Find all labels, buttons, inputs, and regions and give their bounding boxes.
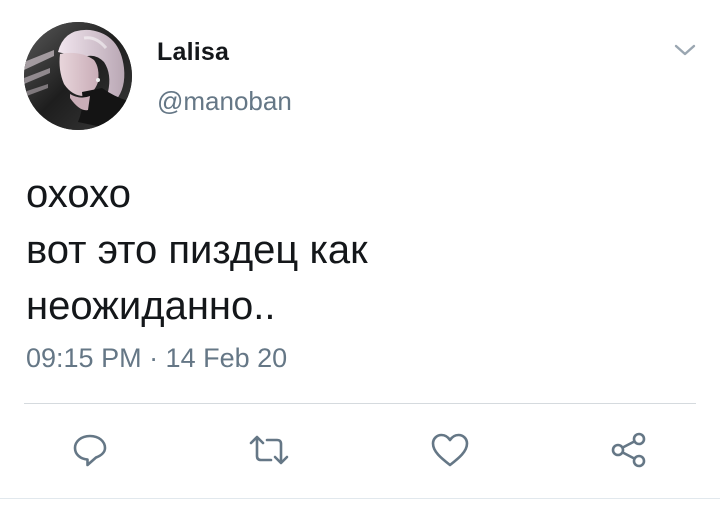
chevron-down-icon[interactable]	[672, 40, 698, 60]
tweet-text-line: неожиданно..	[26, 284, 276, 328]
tweet-card: Lalisa @manoban охохо вот это пиздец как…	[0, 0, 720, 510]
tweet-text-line: вот это пиздец как	[26, 228, 368, 272]
bottom-divider	[0, 498, 720, 499]
heart-icon	[431, 433, 469, 467]
tweet-timestamp[interactable]: 09:15 PM · 14 Feb 20	[26, 343, 287, 374]
retweet-icon	[249, 435, 289, 465]
display-name[interactable]: Lalisa	[157, 38, 229, 67]
user-handle[interactable]: @manoban	[157, 86, 292, 117]
retweet-button[interactable]	[247, 428, 291, 472]
reply-icon	[73, 434, 107, 467]
share-button[interactable]	[607, 428, 651, 472]
divider	[24, 403, 696, 404]
like-button[interactable]	[428, 428, 472, 472]
tweet-text: охохо вот это пиздец как неожиданно..	[26, 166, 686, 334]
tweet-actions-bar	[0, 428, 720, 472]
avatar[interactable]	[24, 22, 132, 130]
tweet-text-line: охохо	[26, 172, 131, 216]
reply-button[interactable]	[68, 428, 112, 472]
share-icon	[611, 432, 646, 468]
